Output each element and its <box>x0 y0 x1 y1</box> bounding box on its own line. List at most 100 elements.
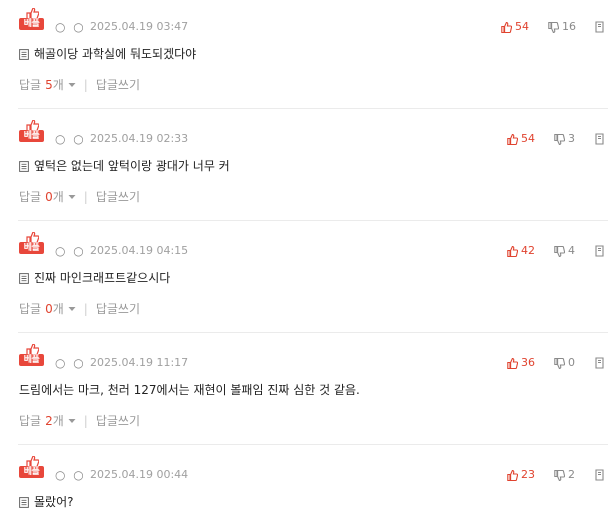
author-name[interactable]: ○ ○ <box>55 245 86 257</box>
reply-label: 답글 <box>19 78 42 92</box>
comment-text: 옆턱은 없는데 앞턱이랑 광대가 너무 커 <box>34 159 230 173</box>
reply-unit: 개 <box>52 302 64 316</box>
comment-date: 2025.04.19 02:33 <box>90 132 189 145</box>
upvote-button[interactable]: 54 <box>507 133 535 145</box>
reply-toggle[interactable]: 답글 0개 | 답글쓰기 <box>19 303 140 315</box>
best-badge: 베플 <box>19 8 45 30</box>
thumbs-down-icon <box>554 133 565 145</box>
best-label: 베플 <box>19 466 44 478</box>
divider-line <box>18 332 608 333</box>
comment-text: 드림에서는 마크, 천러 127에서는 재현이 볼패임 진짜 심한 것 같음. <box>19 383 360 397</box>
downvote-button[interactable]: 2 <box>554 469 575 481</box>
report-icon[interactable] <box>594 245 606 257</box>
divider: | <box>83 78 88 92</box>
comment-text: 진짜 마인크래프트같으시다 <box>34 271 171 285</box>
downvote-button[interactable]: 0 <box>554 357 575 369</box>
reply-count: 5 <box>45 78 53 92</box>
write-reply-button[interactable]: 답글쓰기 <box>96 191 140 203</box>
comment-text: 몰랐어? <box>34 495 74 509</box>
upvote-button[interactable]: 42 <box>507 245 535 257</box>
report-icon[interactable] <box>594 133 606 145</box>
thumbs-up-icon <box>507 245 518 257</box>
upvote-count: 36 <box>521 356 535 369</box>
divider-line <box>18 220 608 221</box>
upvote-button[interactable]: 54 <box>501 21 529 33</box>
thumbs-up-icon <box>507 133 518 145</box>
write-reply-button[interactable]: 답글쓰기 <box>96 303 140 315</box>
thumbs-up-icon <box>507 469 518 481</box>
chevron-down-icon <box>68 195 76 199</box>
reply-unit: 개 <box>52 190 64 204</box>
reply-count: 0 <box>45 190 53 204</box>
reply-unit: 개 <box>52 78 64 92</box>
comment-date: 2025.04.19 03:47 <box>90 20 189 33</box>
write-reply-button[interactable]: 답글쓰기 <box>96 415 140 427</box>
downvote-count: 2 <box>568 468 575 481</box>
reply-label: 답글 <box>19 190 42 204</box>
comment-body: 진짜 마인크래프트같으시다 <box>19 270 170 286</box>
comment-item: 베플 ○ ○ 2025.04.19 00:44 23 2 몰랐어? <box>0 448 608 528</box>
upvote-button[interactable]: 36 <box>507 357 535 369</box>
comment-item: 베플 ○ ○ 2025.04.19 04:15 42 4 진짜 마인크래프트같으… <box>0 224 608 336</box>
image-attachment-icon <box>19 48 29 60</box>
comment-date: 2025.04.19 11:17 <box>90 356 189 369</box>
upvote-count: 54 <box>521 132 535 145</box>
thumbs-up-icon <box>507 357 518 369</box>
best-label: 베플 <box>19 354 44 366</box>
divider-line <box>18 444 608 445</box>
reply-count: 0 <box>45 302 53 316</box>
comment-text: 해골이당 과학실에 둬도되겠다야 <box>34 47 197 61</box>
write-reply-button[interactable]: 답글쓰기 <box>96 79 140 91</box>
comment-date: 2025.04.19 04:15 <box>90 244 189 257</box>
report-icon[interactable] <box>594 469 606 481</box>
best-label: 베플 <box>19 242 44 254</box>
downvote-button[interactable]: 3 <box>554 133 575 145</box>
best-badge: 베플 <box>19 232 45 254</box>
reply-count: 2 <box>45 414 53 428</box>
reply-label: 답글 <box>19 414 42 428</box>
divider: | <box>83 414 88 428</box>
best-label: 베플 <box>19 18 44 30</box>
downvote-button[interactable]: 16 <box>548 21 576 33</box>
reply-toggle[interactable]: 답글 0개 | 답글쓰기 <box>19 191 140 203</box>
reply-toggle[interactable]: 답글 5개 | 답글쓰기 <box>19 79 140 91</box>
divider-line <box>18 108 608 109</box>
author-name[interactable]: ○ ○ <box>55 21 86 33</box>
downvote-button[interactable]: 4 <box>554 245 575 257</box>
downvote-count: 3 <box>568 132 575 145</box>
best-label: 베플 <box>19 130 44 142</box>
best-badge: 베플 <box>19 456 45 478</box>
thumbs-up-icon <box>501 21 512 33</box>
upvote-count: 54 <box>515 20 529 33</box>
report-icon[interactable] <box>594 357 606 369</box>
author-name[interactable]: ○ ○ <box>55 469 86 481</box>
comment-item: 베플 ○ ○ 2025.04.19 11:17 36 0 드림에서는 마크, 천… <box>0 336 608 448</box>
reply-toggle[interactable]: 답글 2개 | 답글쓰기 <box>19 415 140 427</box>
author-name[interactable]: ○ ○ <box>55 357 86 369</box>
thumbs-down-icon <box>554 357 565 369</box>
image-attachment-icon <box>19 496 29 508</box>
image-attachment-icon <box>19 272 29 284</box>
comment-item: 베플 ○ ○ 2025.04.19 02:33 54 3 옆턱은 없는데 앞턱이… <box>0 112 608 224</box>
downvote-count: 4 <box>568 244 575 257</box>
reply-unit: 개 <box>52 414 64 428</box>
chevron-down-icon <box>68 83 76 87</box>
downvote-count: 0 <box>568 356 575 369</box>
comment-item: 베플 ○ ○ 2025.04.19 03:47 54 16 해골이당 과학실에 … <box>0 0 608 112</box>
author-name[interactable]: ○ ○ <box>55 133 86 145</box>
upvote-count: 23 <box>521 468 535 481</box>
comment-body: 드림에서는 마크, 천러 127에서는 재현이 볼패임 진짜 심한 것 같음. <box>19 382 360 398</box>
best-badge: 베플 <box>19 120 45 142</box>
report-icon[interactable] <box>594 21 606 33</box>
chevron-down-icon <box>68 419 76 423</box>
divider: | <box>83 302 88 316</box>
upvote-button[interactable]: 23 <box>507 469 535 481</box>
best-badge: 베플 <box>19 344 45 366</box>
divider: | <box>83 190 88 204</box>
comment-date: 2025.04.19 00:44 <box>90 468 189 481</box>
chevron-down-icon <box>68 307 76 311</box>
image-attachment-icon <box>19 160 29 172</box>
comment-body: 몰랐어? <box>19 494 74 510</box>
reply-label: 답글 <box>19 302 42 316</box>
thumbs-down-icon <box>554 245 565 257</box>
